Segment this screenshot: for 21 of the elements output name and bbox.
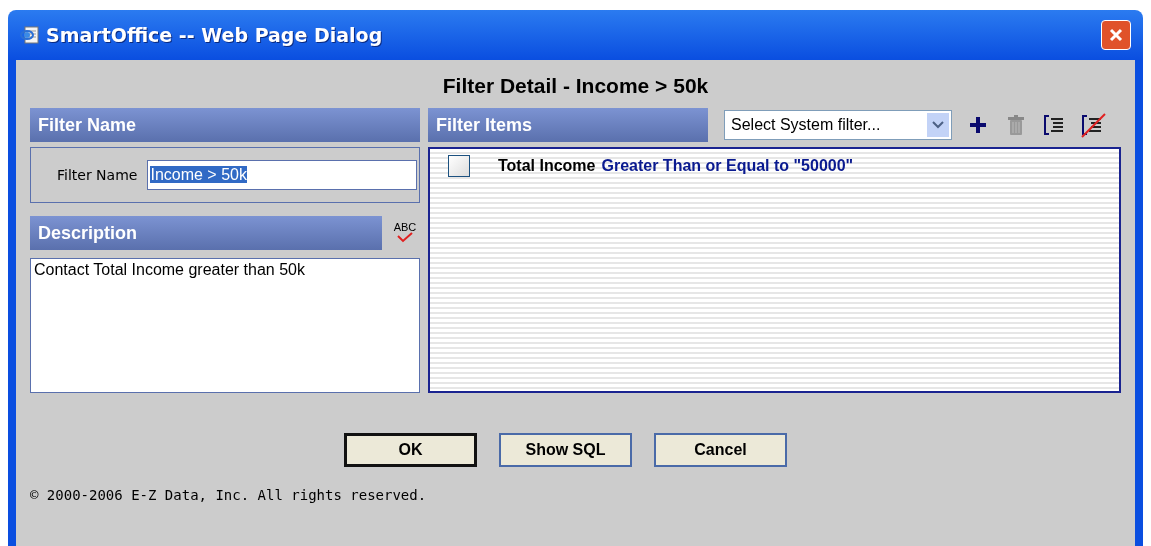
section-header: Description (30, 216, 382, 250)
condition-text: Greater Than or Equal to "50000" (601, 157, 854, 175)
field-label: Filter Name (57, 167, 138, 183)
dialog-button[interactable]: OK (344, 433, 477, 467)
dialog-button[interactable]: Show SQL (499, 433, 632, 467)
clear-list-icon[interactable] (1080, 112, 1106, 138)
filter-name-field[interactable]: Income > 50k (147, 160, 417, 190)
item-checkbox[interactable] (448, 155, 470, 177)
close-button[interactable] (1101, 20, 1131, 50)
description-field[interactable]: Contact Total Income greater than 50k (30, 258, 420, 393)
copyright-text: © 2000-2006 E-Z Data, Inc. All rights reserved. (30, 487, 428, 503)
list-icon[interactable] (1042, 113, 1066, 137)
window-title: SmartOffice -- Web Page Dialog (46, 24, 384, 46)
section-header: Filter Items (428, 108, 708, 142)
system-filter-dropdown[interactable]: Select System filter... (724, 110, 952, 140)
section-header: Filter Name (30, 108, 420, 142)
dialog-heading: Filter Detail - Income > 50k (441, 73, 710, 99)
field-name: Total Income (498, 157, 596, 175)
page-icon (20, 25, 40, 45)
chevron-down-icon (927, 113, 949, 137)
dialog-button[interactable]: Cancel (654, 433, 787, 467)
